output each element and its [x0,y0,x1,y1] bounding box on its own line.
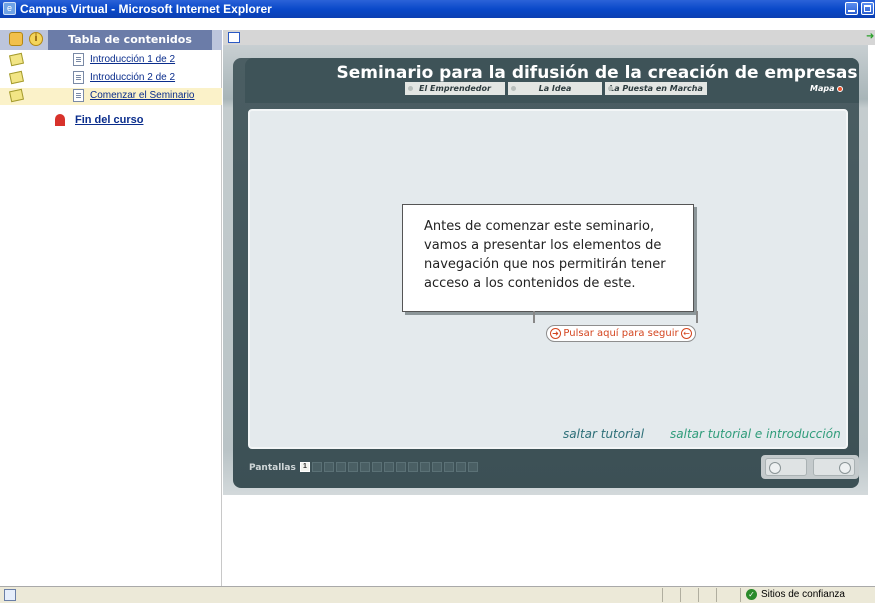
ie-app-icon[interactable]: e [3,2,16,15]
map-label: Mapa [810,84,835,93]
toc-item-intro-1[interactable]: Introducción 1 de 2 [0,52,222,69]
skip-all-link[interactable]: saltar tutorial e introducción [670,427,841,441]
content-frame: ➜ Seminario para la difusión de la creac… [223,30,875,586]
screen-indicator[interactable] [312,462,322,472]
nav-la-puesta-en-marcha[interactable]: La Puesta en Marcha [605,82,707,95]
security-zone-label: Sitios de confianza [761,589,845,600]
screen-indicator[interactable] [324,462,334,472]
document-icon [73,53,84,66]
intro-message-box: Antes de comenzar este seminario, vamos … [402,204,698,323]
window-toggle-icon[interactable] [228,32,240,43]
status-divider [740,588,741,602]
trusted-zone-icon: ✓ [746,589,757,600]
tab-table-of-contents[interactable]: Tabla de contenidos [48,30,212,50]
minimize-button[interactable] [845,2,858,15]
note-icon [8,88,25,103]
flash-stage: Seminario para la difusión de la creació… [223,45,868,495]
nav-la-idea[interactable]: La Idea [508,82,602,95]
toc-item-label[interactable]: Introducción 1 de 2 [90,54,175,65]
continue-button[interactable]: ➜ Pulsar aquí para seguir ← [546,325,696,342]
box-connector [696,311,698,323]
next-button[interactable] [813,458,855,476]
bullet-icon [408,86,413,91]
bullet-icon [608,86,613,91]
content-toolbar: ➜ [223,30,875,45]
status-divider [680,588,681,602]
title-bar: e Campus Virtual - Microsoft Internet Ex… [0,0,875,18]
screen-indicator[interactable] [420,462,430,472]
end-course-link[interactable]: Fin del curso [75,114,143,126]
screen-indicator[interactable] [456,462,466,472]
seminar-title: Seminario para la difusión de la creació… [336,63,858,83]
status-divider [662,588,663,602]
toc-item-start-seminar[interactable]: Comenzar el Seminario [0,88,222,105]
toc-item-label[interactable]: Comenzar el Seminario [90,90,195,101]
info-icon[interactable]: i [29,32,43,46]
nav-label: El Emprendedor [419,84,491,93]
window-title: Campus Virtual - Microsoft Internet Expl… [20,2,272,16]
screen-indicator[interactable] [348,462,358,472]
nav-label: La Idea [538,84,572,93]
note-icon [8,52,25,67]
screens-label: Pantallas [249,463,296,473]
content-panel: Antes de comenzar este seminario, vamos … [248,109,848,449]
status-divider [716,588,717,602]
document-icon [73,89,84,102]
map-dot-icon [837,85,844,92]
toc-header: i Tabla de contenidos [0,30,222,50]
screen-indicator[interactable] [468,462,478,472]
screen-indicator[interactable]: 1 [300,462,310,472]
maximize-button[interactable] [861,2,874,15]
prev-icon [769,462,781,474]
ribbon-icon [55,114,65,126]
navigation-controls [761,455,859,479]
arrow-left-icon: ← [681,328,692,339]
seminar-header: Seminario para la difusión de la creació… [245,58,859,103]
status-bar: ✓ Sitios de confianza [0,586,875,603]
status-divider [698,588,699,602]
note-icon [8,70,25,85]
screen-indicator[interactable] [372,462,382,472]
seminar-frame: Seminario para la difusión de la creació… [233,58,859,488]
nav-label: La Puesta en Marcha [609,84,703,93]
exit-arrow-icon[interactable]: ➜ [866,32,874,42]
nav-el-emprendedor[interactable]: El Emprendedor [405,82,505,95]
page-icon [4,589,16,601]
continue-label: Pulsar aquí para seguir [563,328,679,339]
bookmark-icon[interactable] [9,32,23,46]
toc-item-label[interactable]: Introducción 2 de 2 [90,72,175,83]
document-icon [73,71,84,84]
prev-button[interactable] [765,458,807,476]
screen-indicator[interactable] [384,462,394,472]
next-icon [839,462,851,474]
intro-message: Antes de comenzar este seminario, vamos … [424,219,666,291]
screen-indicator[interactable] [408,462,418,472]
map-button[interactable]: Mapa [810,84,844,93]
bullet-icon [511,86,516,91]
toc-item-intro-2[interactable]: Introducción 2 de 2 [0,70,222,87]
screen-indicator[interactable] [396,462,406,472]
screen-indicator[interactable] [336,462,346,472]
screen-indicator[interactable] [444,462,454,472]
arrow-right-icon: ➜ [550,328,561,339]
toc-panel: i Tabla de contenidos Introducción 1 de … [0,30,222,586]
screen-indicator[interactable] [432,462,442,472]
box-connector [533,311,535,323]
screen-indicator[interactable] [360,462,370,472]
skip-tutorial-link[interactable]: saltar tutorial [563,427,644,441]
